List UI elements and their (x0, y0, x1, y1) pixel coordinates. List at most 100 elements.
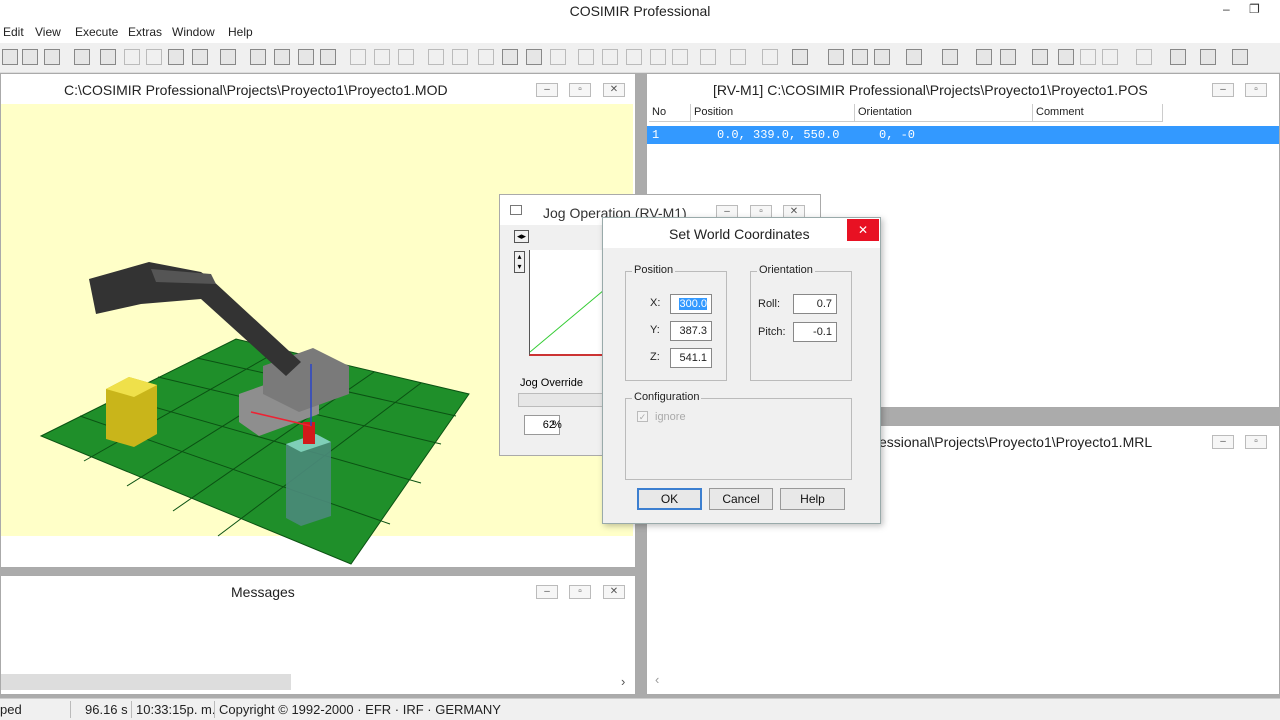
toolbar-button-3[interactable] (44, 49, 60, 65)
x-input[interactable]: 300.0 (670, 294, 712, 314)
toolbar-button-27[interactable] (650, 49, 666, 65)
jog-horizontal-arrows-icon[interactable]: ◂▸ (514, 230, 530, 243)
toolbar-button-35[interactable] (874, 49, 890, 65)
model-restore-button[interactable]: ▫ (569, 83, 591, 97)
dialog-close-button[interactable]: ✕ (847, 219, 879, 241)
toolbar-button-18[interactable] (428, 49, 444, 65)
ok-button[interactable]: OK (637, 488, 702, 510)
menu-window[interactable]: Window (172, 25, 215, 39)
toolbar-button-29[interactable] (700, 49, 716, 65)
table-row[interactable]: 1 0.0, 339.0, 550.0 0, -0 (647, 126, 1279, 144)
toolbar-button-28[interactable] (672, 49, 688, 65)
toolbar-button-36[interactable] (906, 49, 922, 65)
program-scroll-left[interactable]: ‹ (655, 672, 659, 687)
menu-edit[interactable]: Edit (3, 25, 24, 39)
jog-vertical-arrows-icon[interactable]: ▴ ▾ (514, 251, 525, 273)
toolbar-button-30[interactable] (730, 49, 746, 65)
toolbar-button-33[interactable] (828, 49, 844, 65)
cancel-button[interactable]: Cancel (709, 488, 773, 510)
jog-plot (529, 250, 611, 356)
y-label: Y: (650, 324, 660, 336)
z-input[interactable]: 541.1 (670, 348, 712, 368)
toolbar (0, 43, 1280, 73)
status-elapsed: 96.16 s (85, 702, 128, 717)
pitch-input[interactable]: -0.1 (793, 322, 837, 342)
messages-window: Messages – ▫ ✕ › (0, 575, 636, 695)
toolbar-button-38[interactable] (976, 49, 992, 65)
toolbar-button-22[interactable] (526, 49, 542, 65)
messages-restore-button[interactable]: ▫ (569, 585, 591, 599)
toolbar-button-32[interactable] (792, 49, 808, 65)
toolbar-button-45[interactable] (1170, 49, 1186, 65)
messages-title: Messages (231, 584, 295, 600)
jog-override-slider[interactable] (518, 393, 608, 407)
col-no[interactable]: No (649, 104, 691, 122)
toolbar-button-11[interactable] (250, 49, 266, 65)
configuration-group-label: Configuration (632, 391, 702, 403)
messages-minimize-button[interactable]: – (536, 585, 558, 599)
toolbar-button-47[interactable] (1232, 49, 1248, 65)
toolbar-button-34[interactable] (852, 49, 868, 65)
messages-close-button[interactable]: ✕ (603, 585, 625, 599)
app-restore-button[interactable]: ❐ (1249, 2, 1260, 16)
toolbar-button-5[interactable] (100, 49, 116, 65)
positions-restore-button[interactable]: ▫ (1245, 83, 1267, 97)
menu-help[interactable]: Help (228, 25, 253, 39)
toolbar-button-40[interactable] (1032, 49, 1048, 65)
x-label: X: (650, 297, 661, 309)
roll-input[interactable]: 0.7 (793, 294, 837, 314)
model-minimize-button[interactable]: – (536, 83, 558, 97)
toolbar-button-23[interactable] (550, 49, 566, 65)
toolbar-button-43[interactable] (1102, 49, 1118, 65)
set-world-coordinates-dialog: Set World Coordinates ✕ Position X: 300.… (602, 217, 881, 524)
toolbar-button-42[interactable] (1080, 49, 1096, 65)
toolbar-button-10[interactable] (220, 49, 236, 65)
toolbar-button-24[interactable] (578, 49, 594, 65)
model-close-button[interactable]: ✕ (603, 83, 625, 97)
positions-minimize-button[interactable]: – (1212, 83, 1234, 97)
toolbar-button-8[interactable] (168, 49, 184, 65)
toolbar-button-1[interactable] (2, 49, 18, 65)
program-minimize-button[interactable]: – (1212, 435, 1234, 449)
toolbar-button-19[interactable] (452, 49, 468, 65)
toolbar-button-6[interactable] (124, 49, 140, 65)
toolbar-button-39[interactable] (1000, 49, 1016, 65)
toolbar-button-31[interactable] (762, 49, 778, 65)
toolbar-button-21[interactable] (502, 49, 518, 65)
menu-view[interactable]: View (35, 25, 61, 39)
messages-scroll-thumb[interactable] (1, 674, 291, 690)
toolbar-button-46[interactable] (1200, 49, 1216, 65)
menu-extras[interactable]: Extras (128, 25, 162, 39)
position-group-label: Position (632, 264, 676, 276)
toolbar-button-37[interactable] (942, 49, 958, 65)
toolbar-button-26[interactable] (626, 49, 642, 65)
row-no: 1 (652, 128, 660, 142)
app-minimize-button[interactable]: – (1223, 2, 1230, 16)
toolbar-button-4[interactable] (74, 49, 90, 65)
toolbar-button-16[interactable] (374, 49, 390, 65)
toolbar-button-7[interactable] (146, 49, 162, 65)
messages-scroll-right[interactable]: › (621, 674, 625, 689)
col-comment[interactable]: Comment (1033, 104, 1163, 122)
toolbar-button-2[interactable] (22, 49, 38, 65)
ignore-checkbox[interactable]: ✓ (637, 411, 648, 422)
col-orientation[interactable]: Orientation (855, 104, 1033, 122)
toolbar-button-12[interactable] (274, 49, 290, 65)
toolbar-button-17[interactable] (398, 49, 414, 65)
y-input[interactable]: 387.3 (670, 321, 712, 341)
program-restore-button[interactable]: ▫ (1245, 435, 1267, 449)
help-button[interactable]: Help (780, 488, 845, 510)
col-position[interactable]: Position (691, 104, 855, 122)
jog-override-unit: % (552, 419, 562, 431)
toolbar-button-25[interactable] (602, 49, 618, 65)
toolbar-button-44[interactable] (1136, 49, 1152, 65)
toolbar-button-20[interactable] (478, 49, 494, 65)
toolbar-button-13[interactable] (298, 49, 314, 65)
menu-bar: Edit View Execute Extras Window Help (0, 24, 1280, 43)
toolbar-button-14[interactable] (320, 49, 336, 65)
toolbar-button-9[interactable] (192, 49, 208, 65)
toolbar-button-15[interactable] (350, 49, 366, 65)
roll-label: Roll: (758, 298, 781, 310)
toolbar-button-41[interactable] (1058, 49, 1074, 65)
menu-execute[interactable]: Execute (75, 25, 118, 39)
